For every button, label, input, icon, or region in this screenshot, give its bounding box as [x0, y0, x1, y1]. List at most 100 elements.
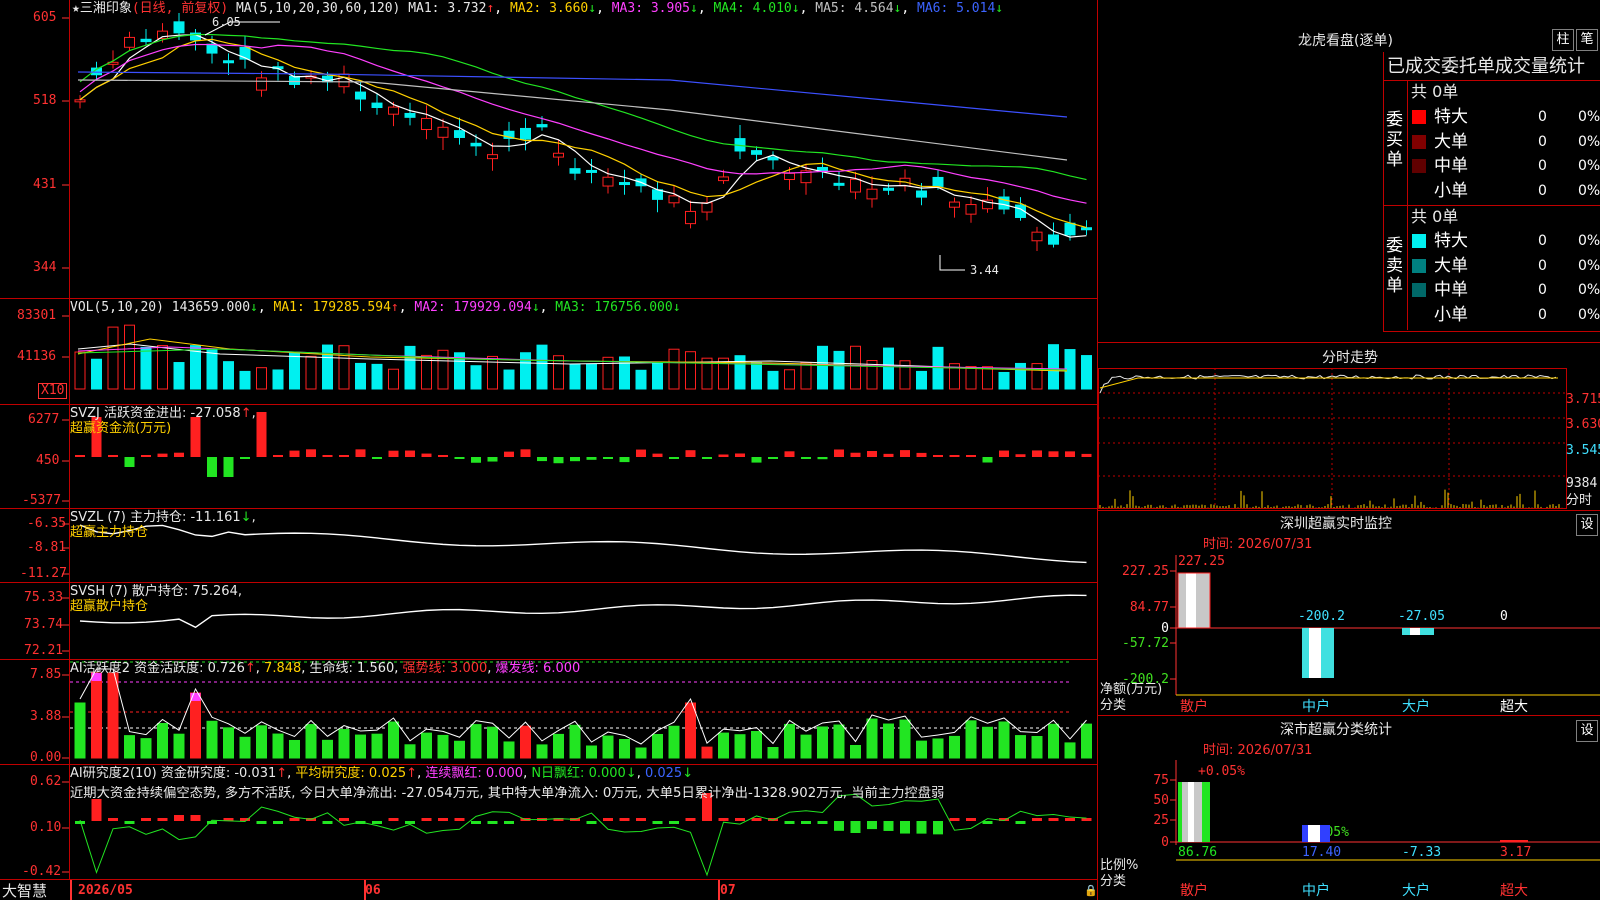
longhu-title: 龙虎看盘(逐单) [1298, 33, 1393, 49]
candle-body [74, 99, 86, 103]
bar-mode-button[interactable]: 柱 [1552, 29, 1574, 51]
flow-bar [355, 449, 366, 457]
volume-bar [520, 352, 531, 390]
volume-bar [487, 355, 498, 390]
sz-category-label: 中户 [1302, 698, 1330, 715]
candlestick-chart[interactable] [70, 0, 1097, 298]
research-bar [372, 821, 382, 824]
flow-bar [751, 457, 762, 463]
ai-research-tick: -0.42 [22, 864, 62, 879]
order-type: 大单 [1434, 131, 1468, 152]
ma5-value: MA5: 4.564 [815, 1, 894, 16]
flow-bar [1015, 454, 1026, 457]
vol-ma2: MA2: 179929.094 [414, 300, 532, 315]
flow-bar [1032, 450, 1042, 457]
flow-bar [768, 457, 778, 459]
ai-active-val2: 7.848 [264, 661, 302, 676]
order-count: 0 [1538, 306, 1547, 323]
sh-settings-button[interactable]: 设 [1576, 720, 1598, 742]
sz-settings-button[interactable]: 设 [1576, 514, 1598, 536]
candle-body [569, 168, 581, 174]
volume-bar [404, 345, 416, 390]
candle-body [932, 176, 944, 187]
svsh-header: SVSH (7) 散户持仓: 75.264, [70, 584, 242, 599]
flow-bar [190, 417, 201, 457]
activity-bar [685, 702, 696, 759]
volume-bar [734, 355, 746, 390]
order-stats-title: 已成交委托单成交量统计 [1387, 56, 1585, 77]
x-tick-jul: 07 [720, 883, 736, 898]
ai-active-tick: 3.88 [30, 709, 62, 724]
sh-value-label: 3.17 [1500, 845, 1531, 860]
sh-value-label: 17.40 [1302, 845, 1341, 860]
x-marker [70, 880, 72, 900]
sh-bar-super [1500, 840, 1528, 842]
vol-value: 143659.000 [171, 300, 251, 315]
flow-bar [1048, 451, 1059, 457]
research-bar [834, 821, 844, 831]
activity-bar [503, 741, 515, 759]
activity-bar [932, 738, 944, 759]
activity-bar [668, 725, 680, 759]
sh-ratio-chart[interactable]: +0.05%-0.05%755025086.7617.40-7.333.17散户… [1098, 760, 1600, 900]
activity-bar [784, 723, 795, 759]
vol-unit-label[interactable]: X10 [38, 383, 68, 399]
candle-body [668, 195, 680, 204]
sell-total: 共 0单 [1411, 207, 1459, 226]
activity-bar [1015, 735, 1026, 759]
volume-bar [1048, 344, 1059, 390]
volume-bar [883, 347, 894, 390]
candle-body [1031, 231, 1043, 242]
x-tick-may: 2026/05 [78, 883, 133, 898]
order-type: 特大 [1434, 231, 1468, 251]
svsh-sub: 超赢散户持仓 [70, 599, 149, 614]
research-bar [735, 818, 745, 821]
research-bar [883, 821, 894, 831]
sh-value-label: -7.33 [1402, 845, 1441, 860]
research-bar [273, 821, 283, 824]
star-icon: ★ [72, 1, 80, 16]
ai-active-burst: 爆发线: 6.000 [495, 661, 581, 676]
activity-bar [569, 724, 581, 759]
candle-body [1064, 222, 1076, 236]
volume-bar [206, 349, 218, 390]
stock-name[interactable]: 三湘印象 [80, 1, 132, 16]
sz-y-tick: 84.77 [1130, 600, 1169, 615]
ai-research-tick: 0.10 [30, 820, 62, 835]
svzl-tick: -11.27 [20, 566, 67, 581]
activity-bar [437, 734, 449, 759]
svsh-tick: 73.74 [24, 617, 64, 632]
activity-bar [1064, 742, 1076, 759]
research-bar [454, 818, 465, 821]
sz-bar-highlight [1309, 628, 1321, 678]
flow-bar [537, 457, 547, 462]
flow-bar [982, 457, 993, 463]
research-bar [933, 821, 943, 835]
research-bar [586, 821, 597, 824]
activity-bar [635, 747, 647, 759]
research-bar [124, 821, 135, 824]
ai-research-tick: 0.62 [30, 774, 62, 789]
activity-bar [767, 746, 779, 759]
order-row: 小单 0 0% [1410, 304, 1600, 326]
ai-research-avg: 平均研究度: 0.025 [295, 766, 407, 781]
candle-body [685, 210, 696, 225]
vol-tick: 83301 [17, 308, 57, 323]
activity-bar [305, 724, 317, 759]
research-bar [867, 821, 877, 830]
ai-research-chart[interactable] [70, 765, 1097, 879]
activity-bar [256, 725, 267, 759]
activity-bar [454, 740, 465, 759]
volume-bar [965, 366, 977, 390]
order-percent: 0% [1578, 282, 1600, 298]
buy-label-char: 委 [1386, 110, 1403, 130]
sz-net-amount-chart[interactable]: 227.2584.770-57.72-200.2227.25-200.2 -27.… [1098, 555, 1600, 715]
lock-icon[interactable]: 🔒 [1084, 883, 1098, 899]
tick-mode-button[interactable]: 笔 [1576, 29, 1598, 51]
activity-bar [157, 722, 168, 759]
flow-bar [817, 457, 828, 460]
order-count: 0 [1538, 257, 1547, 274]
activity-bar [173, 733, 185, 759]
intraday-chart[interactable] [1098, 368, 1568, 510]
intraday-tick: 3.545 [1566, 443, 1600, 458]
